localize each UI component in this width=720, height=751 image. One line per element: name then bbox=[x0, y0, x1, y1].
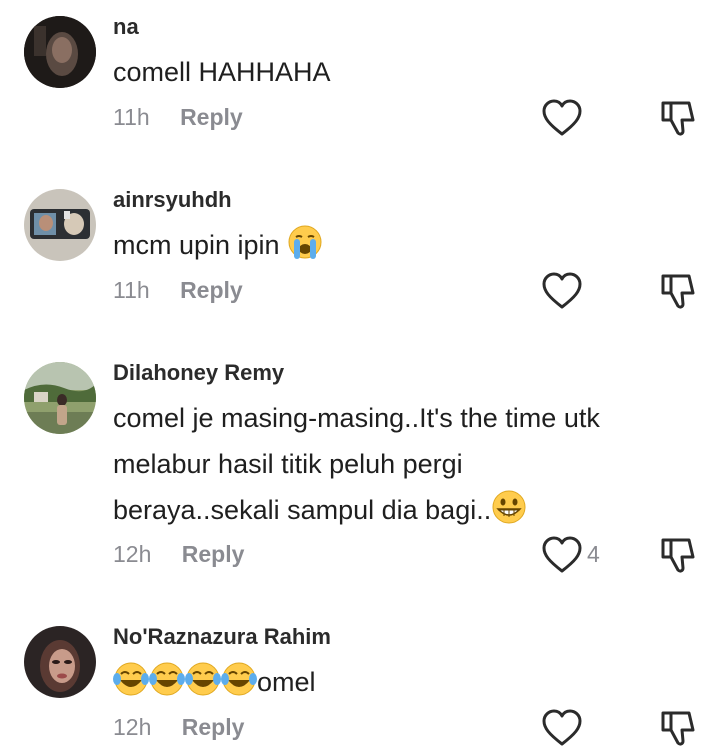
comment-time: 12h bbox=[113, 714, 152, 740]
heart-outline-icon[interactable] bbox=[541, 271, 583, 311]
avatar-image bbox=[24, 362, 96, 434]
thumbs-down-outline-icon[interactable] bbox=[658, 271, 698, 311]
comment-text: mcm upin ipin bbox=[113, 222, 703, 268]
comment-username[interactable]: na bbox=[113, 14, 139, 40]
comment-time: 11h bbox=[113, 104, 150, 130]
comment-meta: 11h Reply bbox=[113, 277, 243, 304]
comment-username[interactable]: Dilahoney Remy bbox=[113, 360, 284, 386]
comment-text-line: melabur hasil titik peluh pergi bbox=[113, 449, 463, 479]
reply-button[interactable]: Reply bbox=[182, 714, 245, 740]
reply-button[interactable]: Reply bbox=[182, 541, 245, 567]
avatar-image bbox=[24, 16, 96, 88]
heart-outline-icon[interactable] bbox=[541, 535, 583, 575]
comment-username[interactable]: No'Raznazura Rahim bbox=[113, 624, 331, 650]
avatar-image bbox=[24, 189, 96, 261]
comment-text-line: beraya..sekali sampul dia bagi.. bbox=[113, 495, 492, 525]
tears-of-joy-emoji bbox=[113, 662, 149, 696]
tears-of-joy-emoji bbox=[185, 662, 221, 696]
like-count: 4 bbox=[587, 541, 600, 567]
thumbs-down-outline-icon[interactable] bbox=[658, 708, 698, 748]
reply-button[interactable]: Reply bbox=[180, 277, 243, 303]
comment-time: 12h bbox=[113, 541, 152, 567]
comment-text: omel bbox=[113, 659, 703, 705]
loudly-crying-face-emoji bbox=[288, 225, 322, 259]
comment-time: 11h bbox=[113, 277, 150, 303]
tears-of-joy-emoji bbox=[149, 662, 185, 696]
comment-meta: 11h Reply bbox=[113, 104, 243, 131]
comment-text-content: mcm upin ipin bbox=[113, 230, 280, 260]
avatar[interactable] bbox=[24, 626, 96, 698]
comment-text-line-with-emoji: beraya..sekali sampul dia bagi.. bbox=[113, 487, 703, 533]
comment-text: comell HAHHAHA bbox=[113, 57, 331, 87]
comment-meta: 12h Reply bbox=[113, 714, 244, 741]
comment-text-line: comel je masing-masing..It's the time ut… bbox=[113, 403, 600, 433]
heart-outline-icon[interactable] bbox=[541, 98, 583, 138]
avatar[interactable] bbox=[24, 16, 96, 88]
tears-of-joy-emoji bbox=[221, 662, 257, 696]
thumbs-down-outline-icon[interactable] bbox=[658, 535, 698, 575]
reply-button[interactable]: Reply bbox=[180, 104, 243, 130]
thumbs-down-outline-icon[interactable] bbox=[658, 98, 698, 138]
comment-meta: 12h Reply bbox=[113, 541, 244, 568]
comment-text-content: omel bbox=[257, 667, 316, 697]
avatar[interactable] bbox=[24, 362, 96, 434]
heart-outline-icon[interactable] bbox=[541, 708, 583, 748]
avatar[interactable] bbox=[24, 189, 96, 261]
comment-username[interactable]: ainrsyuhdh bbox=[113, 187, 232, 213]
avatar-image bbox=[24, 626, 96, 698]
comment-text: comel je masing-masing..It's the time ut… bbox=[113, 395, 703, 533]
grinning-face-emoji bbox=[492, 490, 526, 524]
